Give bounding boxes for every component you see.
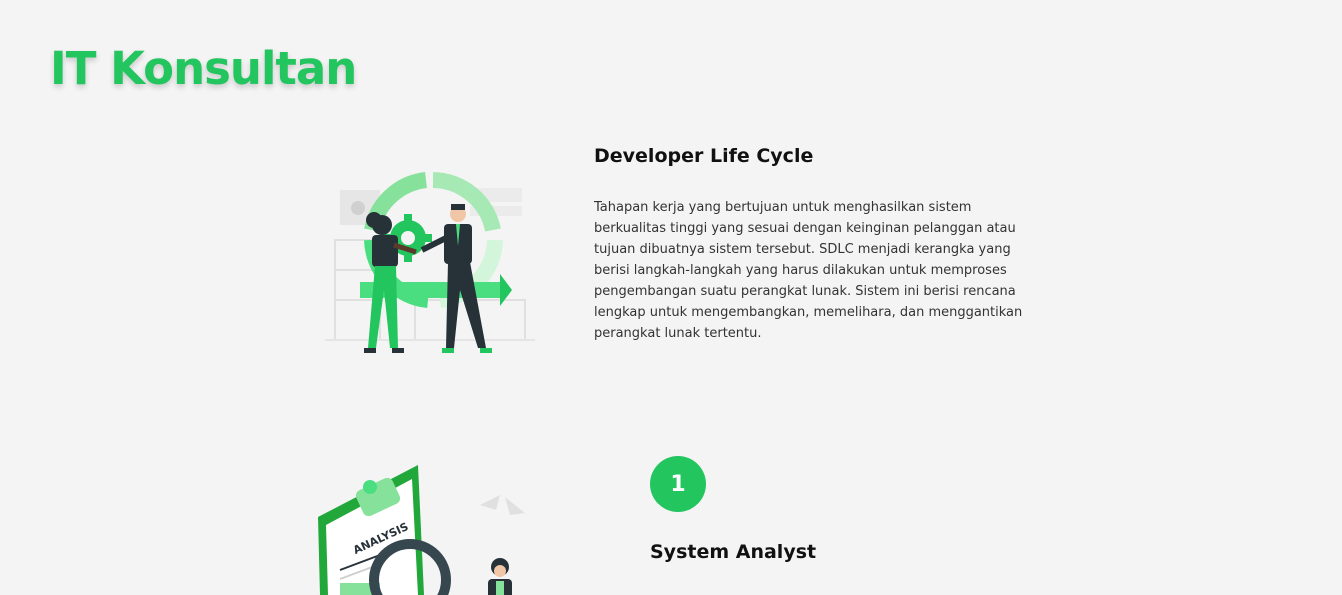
page-title: IT Konsultan — [50, 42, 357, 95]
page-root: IT Konsultan Developer Life Cycle Tahapa… — [0, 0, 1342, 595]
analysis-illustration: ANALYSIS — [300, 455, 540, 595]
step-title: System Analyst — [650, 541, 817, 563]
sdlc-heading: Developer Life Cycle — [594, 145, 814, 167]
sdlc-illustration — [320, 170, 540, 365]
step-number-badge: 1 — [650, 456, 706, 512]
sdlc-description: Tahapan kerja yang bertujuan untuk mengh… — [594, 200, 1023, 341]
